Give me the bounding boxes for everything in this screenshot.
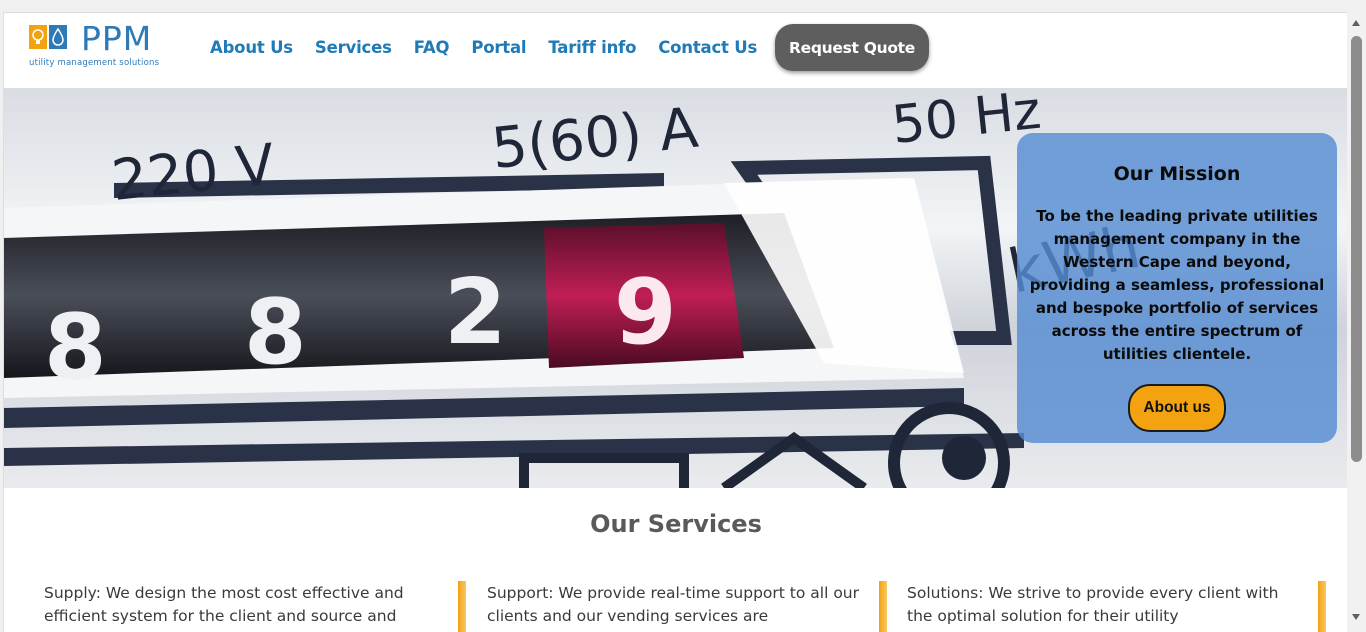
about-us-button[interactable]: About us <box>1128 384 1226 432</box>
logo-wordmark: PPM <box>81 19 153 58</box>
ppm-logo[interactable]: PPM utility management solutions <box>29 19 187 73</box>
meter-digit-4: 9 <box>614 260 677 365</box>
mission-body: To be the leading private utilities mana… <box>1029 207 1325 363</box>
main-nav: About Us Services FAQ Portal Tariff info… <box>210 38 779 57</box>
nav-faq[interactable]: FAQ <box>414 38 450 57</box>
logo-icons <box>29 25 69 49</box>
scrollbar-thumb[interactable] <box>1351 36 1362 462</box>
service-support: Support: We provide real-time support to… <box>487 584 859 625</box>
request-quote-button[interactable]: Request Quote <box>775 24 929 71</box>
service-divider <box>879 581 887 632</box>
nav-contact-us[interactable]: Contact Us <box>658 38 757 57</box>
service-divider <box>1318 581 1326 632</box>
drop-icon <box>49 25 67 49</box>
meter-digit-2: 8 <box>244 280 307 385</box>
scroll-down-arrow-icon[interactable] <box>1352 614 1360 620</box>
mission-title: Our Mission <box>1113 163 1241 185</box>
nav-tariff-info[interactable]: Tariff info <box>548 38 636 57</box>
scroll-up-arrow-icon[interactable] <box>1352 20 1360 26</box>
services-heading: Our Services <box>590 510 762 538</box>
nav-services[interactable]: Services <box>315 38 392 57</box>
meter-digit-3: 2 <box>444 260 507 365</box>
hero-banner: 220 V 5(60) A 50 Hz kWh 8 8 2 9 Our Miss… <box>4 88 1347 488</box>
nav-portal[interactable]: Portal <box>471 38 526 57</box>
service-divider <box>458 581 466 632</box>
meter-current-text: 5(60) A <box>489 96 701 182</box>
nav-about-us[interactable]: About Us <box>210 38 293 57</box>
vertical-scrollbar[interactable] <box>1347 12 1366 632</box>
logo-tagline: utility management solutions <box>29 58 160 68</box>
service-supply: Supply: We design the most cost effectiv… <box>44 584 404 625</box>
browser-viewport: PPM utility management solutions About U… <box>3 12 1347 632</box>
mission-card: Our Mission To be the leading private ut… <box>1017 133 1337 443</box>
site-header: PPM utility management solutions About U… <box>4 13 1347 88</box>
service-solutions: Solutions: We strive to provide every cl… <box>907 584 1279 625</box>
meter-digit-1: 8 <box>44 295 107 400</box>
bulb-icon <box>29 25 47 49</box>
